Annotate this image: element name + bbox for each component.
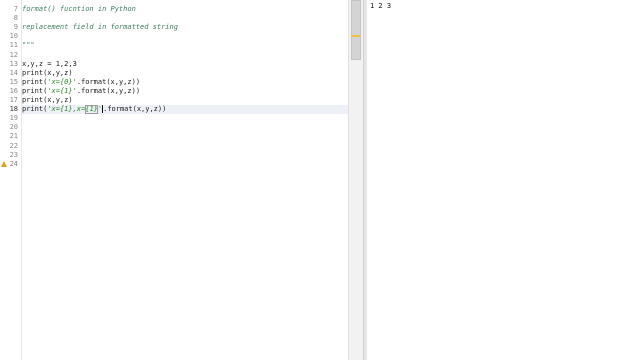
code-token: {1}: [85, 105, 98, 115]
line-number: 17: [9, 96, 18, 104]
code-line[interactable]: replacement field in formatted string: [22, 23, 178, 32]
code-line[interactable]: format() fucntion in Python: [22, 5, 136, 14]
line-number: 16: [9, 86, 18, 95]
line-number: 18: [9, 105, 18, 114]
code-token: print(x,y,z): [22, 68, 73, 77]
code-token: 'x={0}': [47, 77, 77, 86]
code-area[interactable]: format() fucntion in Python replacement f…: [22, 0, 348, 360]
code-line[interactable]: x,y,z = 1,2,3: [22, 60, 77, 69]
line-number: 10: [9, 32, 18, 41]
line-number: 9: [13, 23, 18, 32]
line-number: 12: [9, 50, 18, 59]
code-token: 'x={1},x=: [47, 105, 86, 114]
code-line[interactable]: print('x={0}'.format(x,y,z)): [22, 78, 140, 87]
scrollbar-thumb[interactable]: [351, 0, 361, 60]
code-line[interactable]: print(x,y,z): [22, 69, 73, 78]
code-token: .format(x,y,z)): [76, 86, 141, 95]
code-token: .format(x,y,z)): [103, 105, 167, 114]
overview-ruler-mark[interactable]: [351, 35, 360, 37]
code-token: x,y,z = 1,2,3: [22, 59, 77, 68]
code-line[interactable]: print('x={1},x={1}'.format(x,y,z)): [22, 105, 167, 115]
line-number: 19: [9, 114, 18, 123]
console-output-panel[interactable]: 1 2 3: [367, 0, 640, 360]
code-token: """: [22, 41, 35, 50]
code-token: print(: [22, 77, 48, 86]
line-number: 7: [13, 5, 18, 13]
code-token: print(: [22, 86, 48, 95]
line-number: 20: [9, 123, 18, 132]
code-token: 'x={1}': [47, 86, 77, 95]
line-number: 8: [13, 14, 18, 23]
code-token: print(x,y,z): [22, 96, 73, 104]
line-number-gutter: 7 8 9 10 11 12 13 14 15 16 17 18 19 20 21 22 23 24: [0, 0, 22, 360]
console-output-text: 1 2 3: [370, 2, 392, 10]
line-number: 23: [9, 150, 18, 159]
line-number: 21: [9, 132, 18, 141]
line-number: 14: [9, 68, 18, 77]
code-token: format() fucntion in Python: [22, 5, 136, 13]
code-token: print(: [22, 105, 48, 114]
code-line[interactable]: print('x={1}'.format(x,y,z)): [22, 87, 140, 96]
code-token: replacement field in formatted string: [22, 23, 178, 32]
warning-icon[interactable]: [1, 161, 7, 168]
line-number: 13: [9, 59, 18, 68]
code-editor[interactable]: 7 8 9 10 11 12 13 14 15 16 17 18 19 20 21 22 23 24 format…: [0, 0, 348, 360]
editor-vertical-scrollbar[interactable]: [348, 0, 363, 360]
line-number: 11: [9, 41, 18, 50]
code-line[interactable]: print(x,y,z): [22, 96, 73, 105]
line-number: 15: [9, 77, 18, 86]
code-token: .format(x,y,z)): [76, 77, 141, 86]
line-number: 22: [9, 141, 18, 150]
code-line[interactable]: """: [22, 41, 35, 50]
